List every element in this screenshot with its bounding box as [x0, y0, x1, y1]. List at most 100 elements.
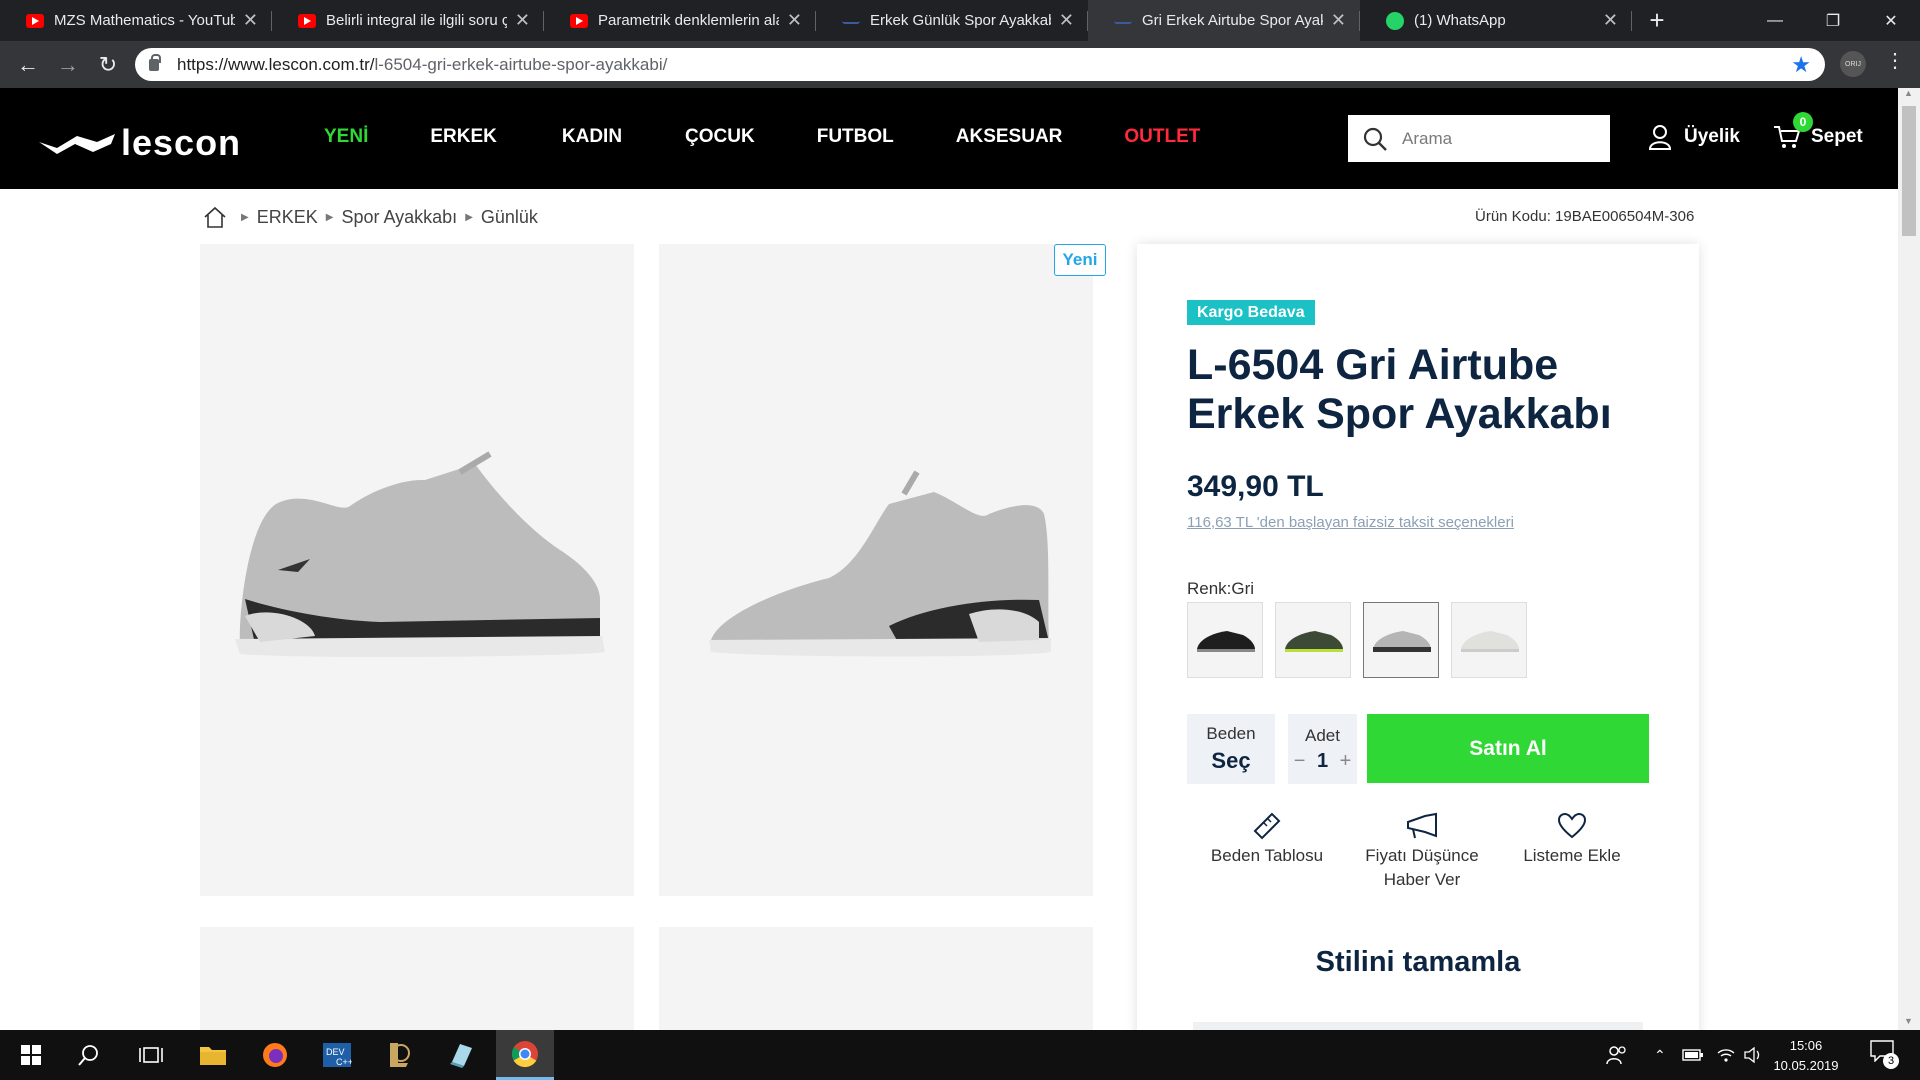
browser-tab-5-active[interactable]: Gri Erkek Airtube Spor Ayakk ✕	[1088, 0, 1360, 41]
close-tab-icon[interactable]: ✕	[1331, 10, 1346, 31]
search-input[interactable]: Arama	[1348, 115, 1610, 162]
cart-count-badge: 0	[1793, 112, 1813, 132]
breadcrumb-separator-icon: ▶	[465, 211, 473, 223]
battery-icon[interactable]	[1682, 1030, 1704, 1080]
lescon-logo[interactable]: lescon	[37, 122, 241, 164]
browser-tab-6[interactable]: (1) WhatsApp ✕	[1360, 0, 1632, 41]
color-swatch-black[interactable]	[1187, 602, 1263, 678]
user-icon	[1648, 125, 1672, 150]
scroll-up-icon[interactable]: ▲	[1904, 88, 1913, 98]
scroll-down-icon[interactable]: ▼	[1904, 1016, 1913, 1026]
breadcrumb-spor-ayakkabi[interactable]: Spor Ayakkabı	[341, 207, 457, 228]
nav-outlet[interactable]: OUTLET	[1124, 126, 1200, 148]
search-placeholder: Arama	[1402, 128, 1453, 148]
menu-kebab-icon[interactable]: ⋮	[1885, 48, 1905, 73]
lescon-icon	[1114, 18, 1132, 24]
size-label: Beden	[1206, 724, 1256, 743]
product-image-4[interactable]	[659, 927, 1093, 1030]
buy-button[interactable]: Satın Al	[1367, 714, 1649, 783]
volume-icon[interactable]	[1744, 1030, 1764, 1080]
task-view-icon[interactable]	[124, 1030, 178, 1080]
product-image-1[interactable]	[200, 244, 634, 896]
product-image-2[interactable]	[659, 244, 1093, 896]
chevron-up-icon[interactable]: ⌃	[1654, 1030, 1666, 1080]
league-of-legends-icon[interactable]	[372, 1030, 426, 1080]
tab-title: Erkek Günlük Spor Ayakkabı	[870, 12, 1051, 29]
svg-text:DEV: DEV	[326, 1047, 345, 1057]
firefox-icon[interactable]	[248, 1030, 302, 1080]
url-host: https://www.lescon.com.tr/	[177, 54, 375, 74]
extension-icon[interactable]: ORIJ	[1840, 51, 1866, 77]
product-price: 349,90 TL	[1187, 470, 1324, 503]
new-badge: Yeni	[1054, 244, 1106, 276]
wifi-icon[interactable]	[1716, 1030, 1736, 1080]
tab-title: MZS Mathematics - YouTube	[54, 12, 235, 29]
forward-arrow-icon[interactable]: →	[48, 45, 88, 85]
browser-tab-1[interactable]: MZS Mathematics - YouTube ✕	[0, 0, 272, 41]
quantity-label: Adet	[1305, 726, 1340, 745]
file-explorer-icon[interactable]	[186, 1030, 240, 1080]
nav-kadin[interactable]: KADIN	[562, 126, 622, 148]
restore-icon[interactable]: ❐	[1804, 0, 1862, 41]
back-arrow-icon[interactable]: ←	[8, 45, 48, 85]
devc-icon[interactable]: DEV C++	[310, 1030, 364, 1080]
quantity-increase-button[interactable]: +	[1340, 750, 1352, 773]
site-header: lescon YENİ ERKEK KADIN ÇOCUK FUTBOL AKS…	[0, 88, 1898, 189]
close-tab-icon[interactable]: ✕	[1059, 10, 1074, 31]
chrome-taskbar-icon[interactable]	[496, 1030, 554, 1080]
people-icon[interactable]	[1606, 1030, 1628, 1080]
close-tab-icon[interactable]: ✕	[1603, 10, 1618, 31]
size-chart-link[interactable]: Beden Tablosu	[1207, 808, 1327, 868]
clock-time: 15:06	[1789, 1038, 1823, 1053]
home-icon[interactable]	[203, 206, 227, 228]
close-tab-icon[interactable]: ✕	[515, 10, 530, 31]
notification-center-icon[interactable]: 3	[1870, 1040, 1899, 1069]
product-image-3[interactable]	[200, 927, 634, 1030]
address-bar[interactable]: https://www.lescon.com.tr/l-6504-gri-erk…	[135, 48, 1825, 81]
color-swatch-khaki[interactable]	[1275, 602, 1351, 678]
color-swatch-white[interactable]	[1451, 602, 1527, 678]
bookmark-star-icon[interactable]: ★	[1791, 52, 1811, 78]
cart-link[interactable]: 0 Sepet	[1773, 112, 1863, 150]
windows-start-icon[interactable]	[4, 1030, 58, 1080]
browser-tab-3[interactable]: Parametrik denklemlerin alan ✕	[544, 0, 816, 41]
breadcrumb-separator-icon: ▶	[241, 211, 249, 223]
tab-title: Belirli integral ile ilgili soru çö	[326, 12, 507, 29]
nav-yeni[interactable]: YENİ	[324, 126, 368, 148]
account-link[interactable]: Üyelik	[1648, 124, 1740, 150]
installment-link[interactable]: 116,63 TL 'den başlayan faizsiz taksit s…	[1187, 514, 1514, 531]
close-tab-icon[interactable]: ✕	[787, 10, 802, 31]
nav-futbol[interactable]: FUTBOL	[817, 126, 894, 148]
lock-icon	[149, 53, 161, 71]
minimize-icon[interactable]: —	[1746, 0, 1804, 41]
scroll-thumb[interactable]	[1902, 106, 1916, 236]
megaphone-icon	[1407, 812, 1437, 839]
app-icon[interactable]	[434, 1030, 488, 1080]
nav-erkek[interactable]: ERKEK	[430, 126, 497, 148]
search-taskbar-icon[interactable]	[62, 1030, 116, 1080]
breadcrumb-erkek[interactable]: ERKEK	[257, 207, 318, 228]
product-code: Ürün Kodu: 19BAE006504M-306	[1475, 208, 1695, 225]
quantity-decrease-button[interactable]: −	[1294, 750, 1306, 773]
nav-aksesuar[interactable]: AKSESUAR	[956, 126, 1063, 148]
price-alert-label: Fiyatı Düşünce Haber Ver	[1365, 846, 1479, 889]
browser-tab-4[interactable]: Erkek Günlük Spor Ayakkabı ✕	[816, 0, 1088, 41]
new-tab-button[interactable]: +	[1632, 0, 1682, 41]
breadcrumb-gunluk[interactable]: Günlük	[481, 207, 538, 228]
quantity-value[interactable]: 1	[1317, 750, 1328, 773]
shoe-side-view-image	[709, 470, 1051, 657]
price-alert-link[interactable]: Fiyatı Düşünce Haber Ver	[1357, 808, 1487, 892]
reload-icon[interactable]: ↻	[88, 45, 128, 85]
youtube-icon	[570, 13, 588, 28]
youtube-icon	[26, 13, 44, 28]
color-swatch-grey-selected[interactable]	[1363, 602, 1439, 678]
close-window-icon[interactable]: ✕	[1862, 0, 1920, 41]
system-clock[interactable]: 15:06 10.05.2019	[1768, 1036, 1844, 1076]
page-scrollbar[interactable]: ▲ ▼	[1898, 88, 1920, 1030]
browser-tab-2[interactable]: Belirli integral ile ilgili soru çö ✕	[272, 0, 544, 41]
size-selector[interactable]: Beden Seç	[1187, 714, 1275, 784]
add-to-list-link[interactable]: Listeme Ekle	[1512, 808, 1632, 868]
nav-cocuk[interactable]: ÇOCUK	[685, 126, 755, 148]
close-tab-icon[interactable]: ✕	[243, 10, 258, 31]
add-to-list-label: Listeme Ekle	[1523, 846, 1621, 865]
